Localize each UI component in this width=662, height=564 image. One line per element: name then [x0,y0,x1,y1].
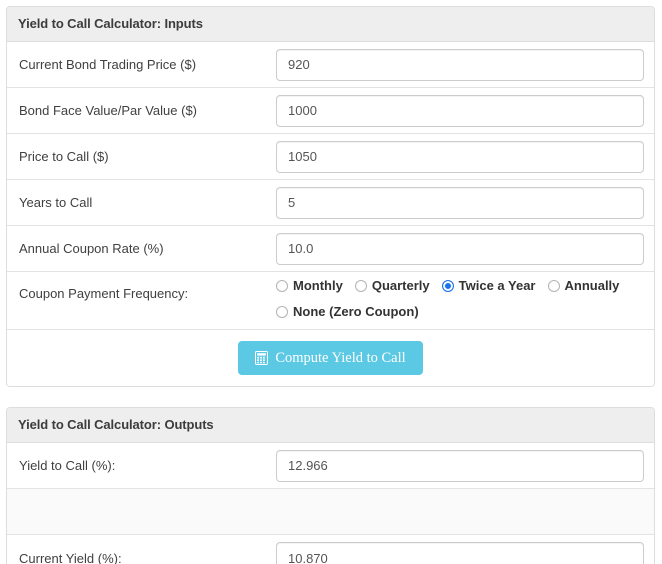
field-cell-bond-face-value [276,94,654,127]
row-years-to-call: Years to Call [7,180,654,226]
radio-circle-selected-icon [441,280,454,292]
compute-button-label: Compute Yield to Call [275,350,406,366]
radio-option-none-zero-coupon[interactable]: None (Zero Coupon) [276,304,419,320]
radio-option-annually[interactable]: Annually [547,278,620,294]
bond-face-value-input[interactable] [276,94,644,127]
radio-option-quarterly[interactable]: Quarterly [354,278,430,294]
inputs-panel-heading: Yield to Call Calculator: Inputs [7,7,654,42]
current-bond-trading-price-input[interactable] [276,48,644,81]
coupon-payment-frequency-radio-group: Monthly Quarterly Twice a Year Annually [276,272,654,326]
outputs-panel-heading: Yield to Call Calculator: Outputs [7,408,654,443]
outputs-panel: Yield to Call Calculator: Outputs Yield … [6,407,655,564]
radio-label-monthly: Monthly [293,278,343,293]
row-bond-face-value: Bond Face Value/Par Value ($) [7,88,654,134]
radio-option-twice-a-year[interactable]: Twice a Year [441,278,536,294]
field-cell-yield-to-call-output [276,449,654,482]
label-years-to-call: Years to Call [19,195,93,210]
row-annual-coupon-rate: Annual Coupon Rate (%) [7,226,654,272]
current-yield-output-field[interactable] [276,542,644,564]
radio-circle-icon [276,306,288,318]
row-current-yield-output: Current Yield (%): [7,535,654,564]
label-yield-to-call-output: Yield to Call (%): [19,458,116,473]
radio-label-none-zero-coupon: None (Zero Coupon) [293,304,419,319]
radio-circle-icon [547,280,560,292]
row-compute-button: Compute Yield to Call [7,330,654,386]
label-coupon-payment-frequency: Coupon Payment Frequency: [19,286,189,301]
field-cell-current-bond-trading-price [276,48,654,81]
label-current-yield-output: Current Yield (%): [19,550,122,564]
field-cell-years-to-call [276,186,654,219]
calculator-icon [255,351,269,365]
outputs-panel-title: Yield to Call Calculator: Outputs [18,417,214,432]
radio-label-annually: Annually [564,278,620,293]
page-container: Yield to Call Calculator: Inputs Current… [0,0,662,564]
radio-circle-icon [354,280,367,292]
annual-coupon-rate-input[interactable] [276,232,644,265]
row-yield-to-call-output: Yield to Call (%): [7,443,654,489]
radio-label-quarterly: Quarterly [371,278,430,293]
inputs-panel-title: Yield to Call Calculator: Inputs [18,16,203,31]
inputs-panel: Yield to Call Calculator: Inputs Current… [6,6,655,387]
label-current-bond-trading-price: Current Bond Trading Price ($) [19,57,197,72]
radio-option-monthly[interactable]: Monthly [276,278,343,294]
field-cell-price-to-call [276,140,654,173]
label-annual-coupon-rate: Annual Coupon Rate (%) [19,241,164,256]
row-spacer [7,489,654,535]
label-bond-face-value: Bond Face Value/Par Value ($) [19,103,198,118]
radio-circle-icon [276,280,288,292]
row-current-bond-trading-price: Current Bond Trading Price ($) [7,42,654,88]
label-price-to-call: Price to Call ($) [19,149,109,164]
years-to-call-input[interactable] [276,186,644,219]
yield-to-call-output-field[interactable] [276,449,644,482]
radio-label-twice-a-year: Twice a Year [458,278,536,293]
price-to-call-input[interactable] [276,140,644,173]
field-cell-current-yield-output [276,542,654,564]
field-cell-annual-coupon-rate [276,232,654,265]
row-price-to-call: Price to Call ($) [7,134,654,180]
compute-yield-to-call-button[interactable]: Compute Yield to Call [238,341,423,375]
row-coupon-payment-frequency: Coupon Payment Frequency: Monthly Quarte… [7,272,654,330]
